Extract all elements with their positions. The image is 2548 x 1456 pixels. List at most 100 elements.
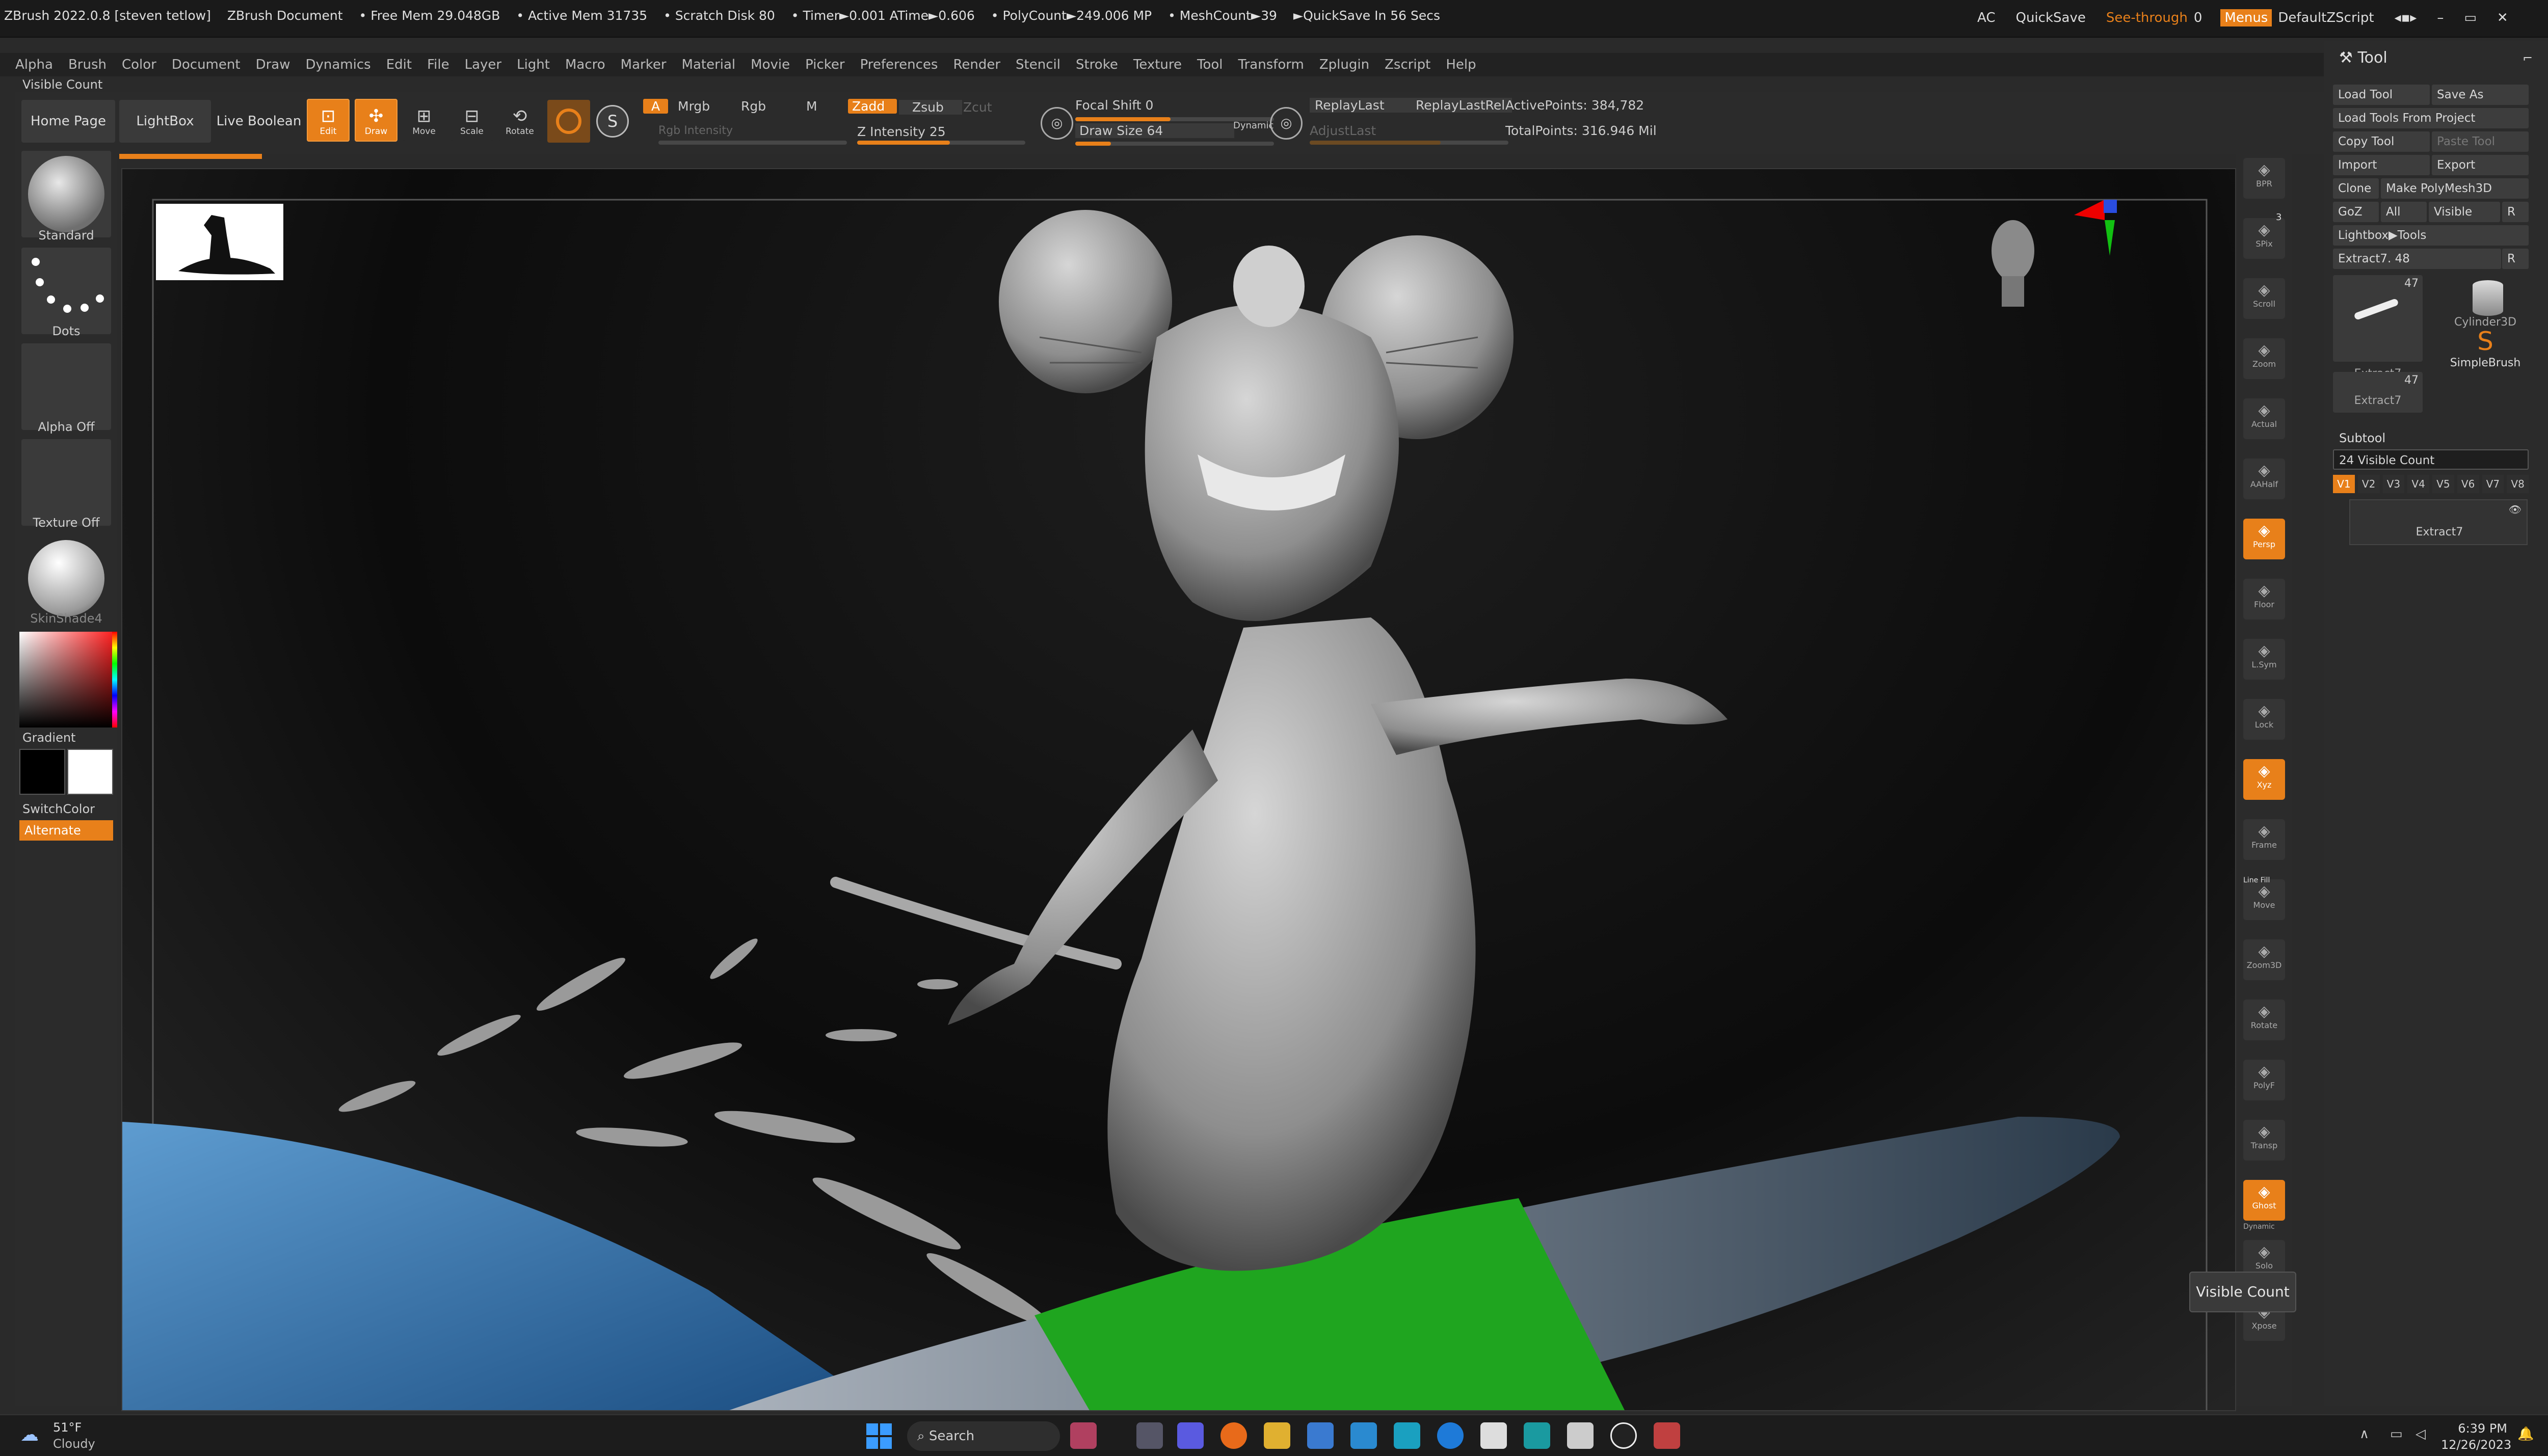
make-polymesh-button[interactable]: Make PolyMesh3D	[2381, 178, 2529, 199]
all-button[interactable]: All	[2381, 202, 2427, 222]
mrgb-toggle[interactable]: Mrgb	[678, 99, 710, 114]
tool-thumb-extract7-b[interactable]: 47 Extract7	[2333, 372, 2423, 413]
color-picker[interactable]	[19, 632, 113, 727]
edit-button[interactable]: ⊡ Edit	[307, 99, 350, 142]
goz-button[interactable]: GoZ	[2333, 202, 2379, 222]
network-icon[interactable]: ▭	[2390, 1426, 2403, 1442]
eye-icon[interactable]: 👁	[2509, 503, 2522, 516]
version-v3[interactable]: V3	[2382, 475, 2405, 493]
mail-icon[interactable]	[1350, 1422, 1377, 1449]
menu-zplugin[interactable]: Zplugin	[1319, 57, 1369, 72]
app-icon-1[interactable]	[1070, 1422, 1097, 1449]
r-button-2[interactable]: R	[2502, 249, 2529, 269]
search-box[interactable]: ⌕ Search	[907, 1421, 1060, 1451]
m-toggle[interactable]: M	[806, 99, 817, 114]
replay-last-rel-button[interactable]: ReplayLastRel	[1409, 98, 1512, 113]
zbrush-icon-1[interactable]	[1480, 1422, 1507, 1449]
default-zscript-button[interactable]: DefaultZScript	[2278, 10, 2374, 25]
menu-brush[interactable]: Brush	[68, 57, 107, 72]
adjust-last-slider[interactable]	[1310, 141, 1508, 145]
brush-selector[interactable]	[21, 151, 111, 237]
menu-picker[interactable]: Picker	[805, 57, 844, 72]
rightbar-move-button[interactable]: ◈ Move	[2243, 879, 2285, 920]
zadd-toggle[interactable]: Zadd	[848, 99, 897, 114]
notification-icon[interactable]: 🔔	[2517, 1426, 2534, 1442]
volume-icon[interactable]: ◁	[2416, 1426, 2426, 1442]
menu-texture[interactable]: Texture	[1133, 57, 1182, 72]
tool-thumb-simplebrush[interactable]: S SimpleBrush	[2442, 326, 2529, 377]
menu-movie[interactable]: Movie	[751, 57, 790, 72]
lightbox-button[interactable]: LightBox	[119, 100, 211, 143]
rightbar-aahalf-button[interactable]: ◈ AAHalf	[2243, 459, 2285, 499]
rightbar-xyz-button[interactable]: ◈ Xyz	[2243, 759, 2285, 800]
minimize-icon[interactable]: –	[2437, 10, 2444, 25]
maximize-icon[interactable]: ▭	[2464, 10, 2477, 25]
panel-close-icon[interactable]: ⌐	[2523, 51, 2533, 65]
store-icon[interactable]	[1307, 1422, 1334, 1449]
menu-tool[interactable]: Tool	[1197, 57, 1223, 72]
rgb-intensity-slider[interactable]	[658, 141, 847, 145]
task-view-icon[interactable]	[1136, 1422, 1163, 1449]
current-tool-slider[interactable]: Extract7. 48	[2333, 249, 2501, 269]
rightbar-scroll-button[interactable]: ◈ Scroll	[2243, 278, 2285, 319]
menu-preferences[interactable]: Preferences	[860, 57, 938, 72]
material-selector[interactable]	[21, 535, 111, 622]
primary-color-swatch[interactable]	[19, 749, 65, 795]
version-v4[interactable]: V4	[2407, 475, 2429, 493]
focal-lock-icon[interactable]: ◎	[1041, 107, 1073, 140]
scale-button[interactable]: ⊟ Scale	[450, 99, 493, 142]
texture-selector[interactable]	[21, 439, 111, 526]
switchcolor-button[interactable]: SwitchColor	[15, 802, 117, 816]
zbrush-icon-2[interactable]	[1567, 1422, 1594, 1449]
zsub-toggle[interactable]: Zsub	[899, 100, 962, 115]
version-v1[interactable]: V1	[2333, 475, 2355, 493]
rightbar-ghost-button[interactable]: ◈ Ghost	[2243, 1180, 2285, 1221]
zbrush-active-icon[interactable]	[1654, 1422, 1680, 1449]
teams-icon[interactable]	[1177, 1422, 1204, 1449]
menus-button[interactable]: Menus	[2220, 9, 2272, 26]
rightbar-polyf-button[interactable]: ◈ PolyF	[2243, 1060, 2285, 1100]
rightbar-bpr-button[interactable]: ◈ BPR	[2243, 158, 2285, 199]
live-boolean-button[interactable]: Live Boolean	[213, 100, 305, 143]
menu-stencil[interactable]: Stencil	[1016, 57, 1060, 72]
home-page-button[interactable]: Home Page	[21, 100, 115, 143]
version-v8[interactable]: V8	[2507, 475, 2529, 493]
brush-mode-button[interactable]	[547, 100, 590, 143]
dynamic-toggle[interactable]: Dynamic	[1233, 120, 1273, 131]
rightbar-lock-button[interactable]: ◈ Lock	[2243, 699, 2285, 740]
lightbox-tools-button[interactable]: Lightbox▶Tools	[2333, 225, 2529, 246]
visible-button[interactable]: Visible	[2429, 202, 2500, 222]
rgb-toggle[interactable]: Rgb	[741, 99, 766, 114]
move-button[interactable]: ⊞ Move	[403, 99, 445, 142]
menu-transform[interactable]: Transform	[1238, 57, 1304, 72]
rightbar-rotate-button[interactable]: ◈ Rotate	[2243, 1000, 2285, 1040]
seethrough-slider[interactable]: See-through	[2106, 10, 2188, 25]
rightbar-lsym-button[interactable]: ◈ L.Sym	[2243, 639, 2285, 680]
layout-icon[interactable]: ◂▪▸	[2395, 10, 2417, 25]
menu-layer[interactable]: Layer	[465, 57, 502, 72]
rightbar-spix-button[interactable]: ◈ SPix	[2243, 218, 2285, 259]
menu-marker[interactable]: Marker	[621, 57, 667, 72]
ac-button[interactable]: AC	[1977, 10, 1995, 25]
zcut-toggle[interactable]: Zcut	[963, 100, 992, 115]
import-button[interactable]: Import	[2333, 155, 2430, 175]
firefox-icon[interactable]	[1220, 1422, 1247, 1449]
menu-render[interactable]: Render	[953, 57, 1000, 72]
rightbar-persp-button[interactable]: ◈ Persp	[2243, 519, 2285, 559]
rightbar-zoom-button[interactable]: ◈ Zoom	[2243, 338, 2285, 379]
app-icon-2[interactable]	[1394, 1422, 1420, 1449]
menu-help[interactable]: Help	[1446, 57, 1476, 72]
lazy-mouse-icon[interactable]: ◎	[1270, 107, 1303, 140]
menu-document[interactable]: Document	[172, 57, 241, 72]
stroke-selector[interactable]	[21, 248, 111, 334]
rightbar-transp-button[interactable]: ◈ Transp	[2243, 1120, 2285, 1161]
app-icon-3[interactable]	[1437, 1422, 1464, 1449]
clone-button[interactable]: Clone	[2333, 178, 2379, 199]
unreal-icon[interactable]	[1610, 1422, 1637, 1449]
rotate-button[interactable]: ⟲ Rotate	[498, 99, 541, 142]
draw-button[interactable]: ✣ Draw	[355, 99, 397, 142]
replay-last-button[interactable]: ReplayLast	[1310, 98, 1413, 113]
menu-color[interactable]: Color	[122, 57, 156, 72]
menu-light[interactable]: Light	[517, 57, 550, 72]
rightbar-floor-button[interactable]: ◈ Floor	[2243, 579, 2285, 619]
